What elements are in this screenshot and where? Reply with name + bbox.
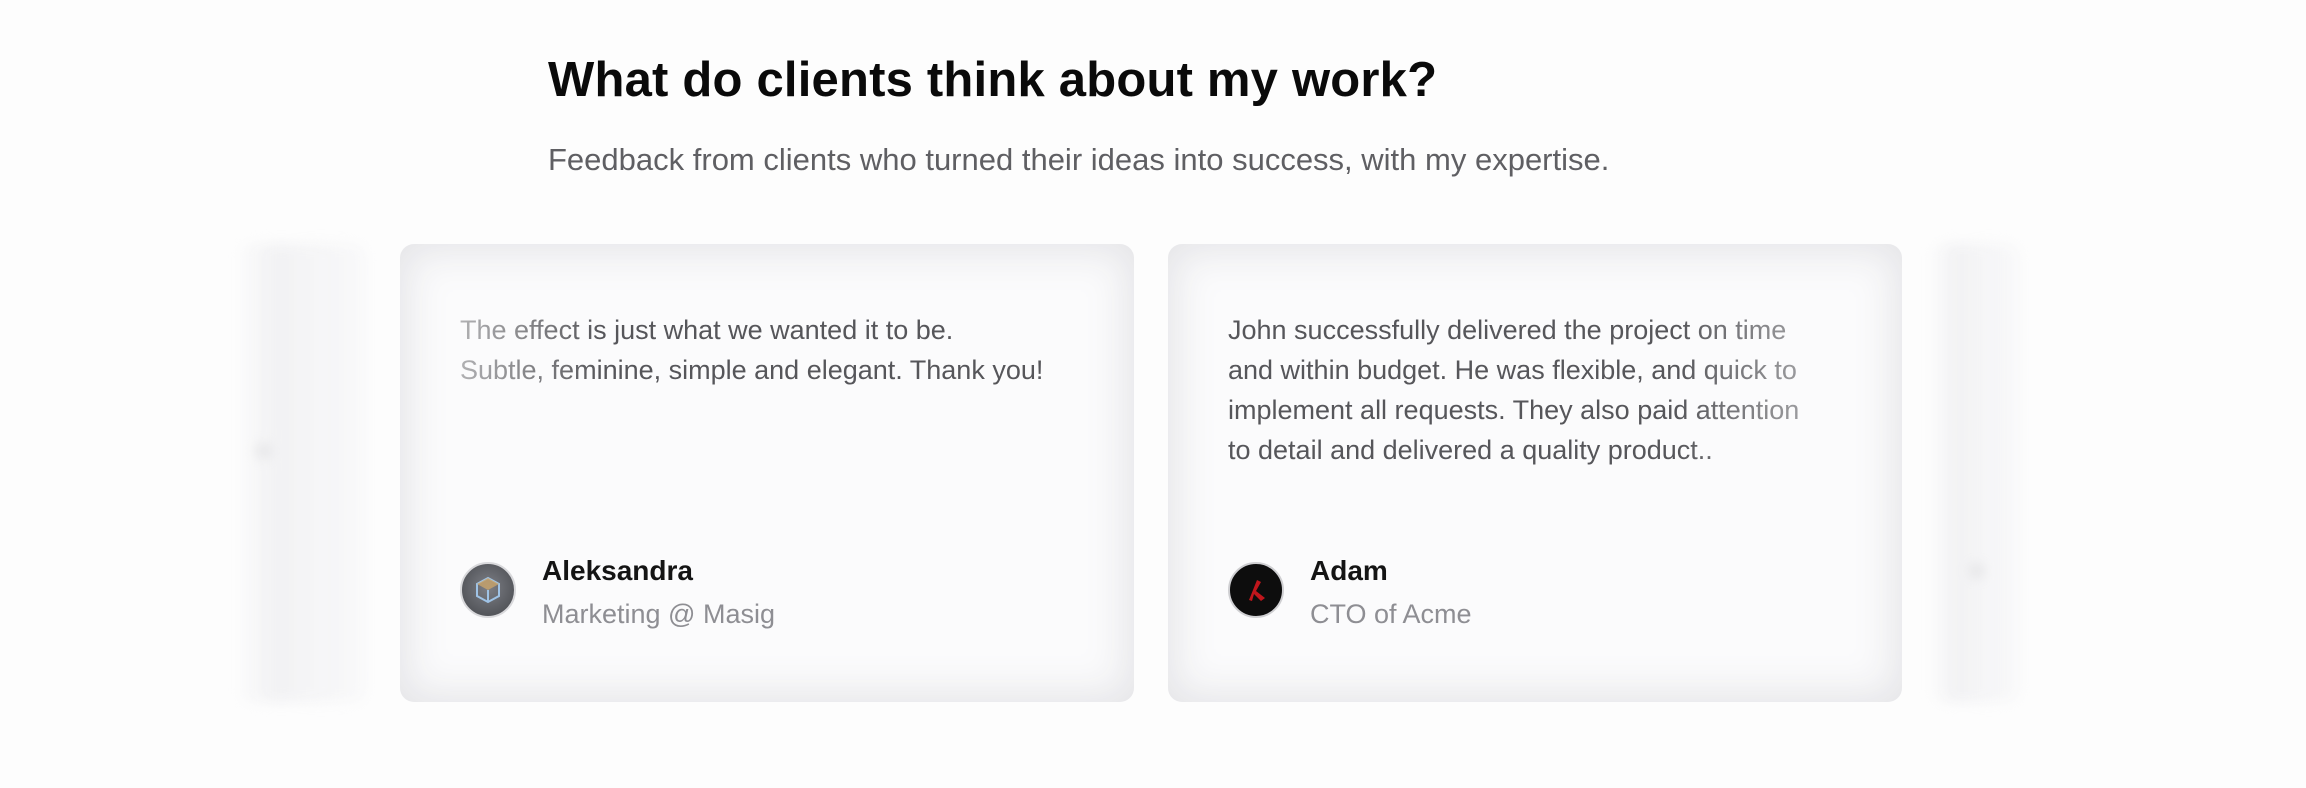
avatar	[1228, 562, 1284, 618]
testimonial-author: Aleksandra Marketing @ Masig	[460, 554, 775, 630]
author-name: Adam	[1310, 555, 1388, 586]
next-card-faded[interactable]	[1930, 244, 2020, 702]
author-role: Marketing @ Masig	[542, 599, 775, 629]
masig-logo-icon	[476, 576, 500, 604]
testimonials-section: What do clients think about my work? Fee…	[0, 0, 2306, 788]
previous-card-faded[interactable]	[236, 244, 366, 702]
testimonial-author: Adam CTO of Acme	[1228, 554, 1472, 630]
section-title: What do clients think about my work?	[548, 53, 1438, 107]
section-subtitle: Feedback from clients who turned their i…	[548, 142, 1610, 177]
author-name: Aleksandra	[542, 555, 693, 586]
testimonial-quote: John successfully delivered the project …	[1228, 315, 1800, 465]
faded-avatar	[256, 444, 270, 458]
author-role: CTO of Acme	[1310, 599, 1472, 629]
avatar	[460, 562, 516, 618]
testimonial-card[interactable]: The effect is just what we wanted it to …	[400, 244, 1134, 702]
faded-avatar	[1970, 564, 1984, 578]
testimonial-quote: The effect is just what we wanted it to …	[460, 315, 1044, 385]
testimonial-card[interactable]: John successfully delivered the project …	[1168, 244, 1902, 702]
acme-logo-icon	[1249, 580, 1265, 601]
